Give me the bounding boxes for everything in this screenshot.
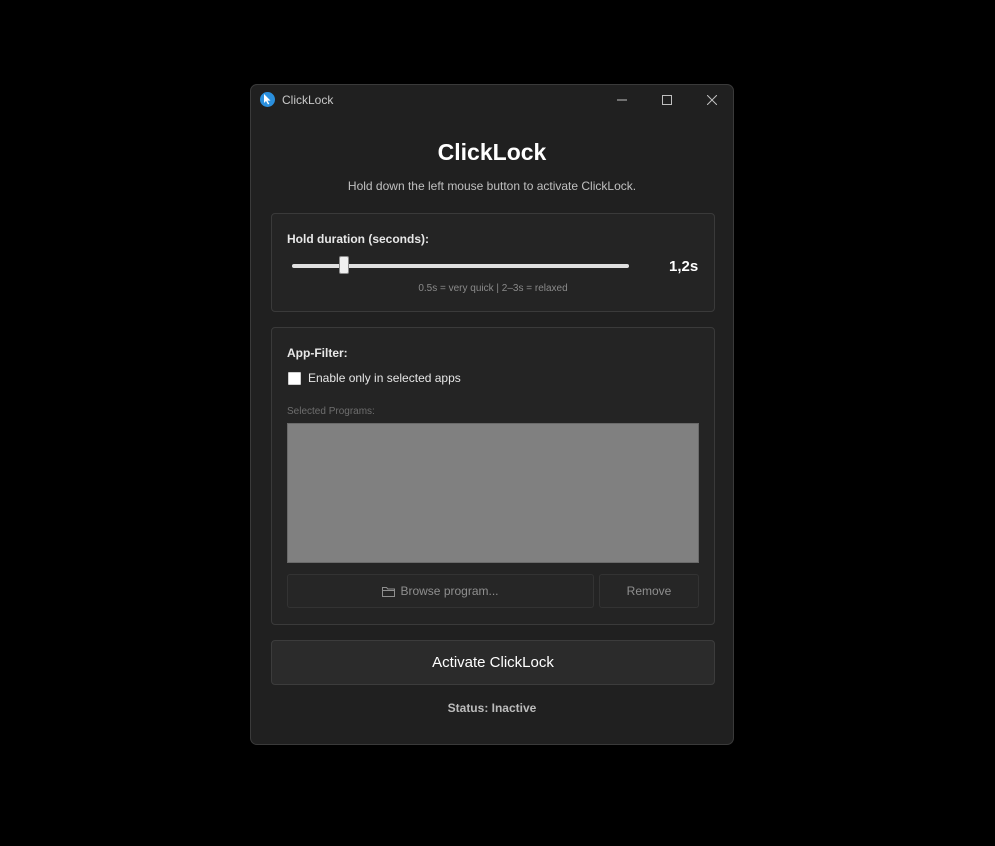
selected-programs-label: Selected Programs: [287, 406, 375, 417]
duration-slider-thumb[interactable] [339, 256, 349, 274]
close-button[interactable] [689, 85, 733, 115]
duration-panel: Hold duration (seconds): 1,2s 0.5s = ver… [271, 213, 715, 312]
maximize-button[interactable] [644, 85, 690, 115]
enable-selected-apps-row[interactable]: Enable only in selected apps [288, 370, 461, 386]
folder-icon [382, 586, 396, 597]
app-filter-label: App-Filter: [287, 346, 348, 360]
duration-value: 1,2s [669, 258, 699, 275]
selected-programs-list[interactable] [287, 423, 699, 563]
title-bar[interactable]: ClickLock [251, 85, 733, 115]
browse-program-label: Browse program... [400, 584, 499, 598]
remove-label: Remove [626, 584, 672, 598]
maximize-icon [662, 95, 672, 105]
app-window: ClickLock ClickLock Hold down the left m… [250, 84, 734, 745]
window-title: ClickLock [282, 93, 334, 107]
remove-button[interactable]: Remove [599, 574, 699, 608]
duration-label: Hold duration (seconds): [287, 232, 429, 246]
app-filter-panel: App-Filter: Enable only in selected apps… [271, 327, 715, 625]
activate-clicklock-label: Activate ClickLock [432, 654, 554, 671]
enable-selected-apps-checkbox[interactable] [288, 371, 301, 385]
duration-hint: 0.5s = very quick | 2–3s = relaxed [418, 283, 568, 294]
close-icon [707, 95, 717, 105]
minimize-icon [617, 99, 627, 101]
page-title: ClickLock [437, 139, 547, 165]
browse-program-button[interactable]: Browse program... [287, 574, 594, 608]
enable-selected-apps-label[interactable]: Enable only in selected apps [308, 371, 461, 385]
status-text: Status: Inactive [447, 701, 537, 715]
minimize-button[interactable] [599, 85, 645, 115]
activate-clicklock-button[interactable]: Activate ClickLock [271, 640, 715, 685]
page-subtitle: Hold down the left mouse button to activ… [347, 179, 637, 193]
cursor-icon [260, 92, 275, 107]
